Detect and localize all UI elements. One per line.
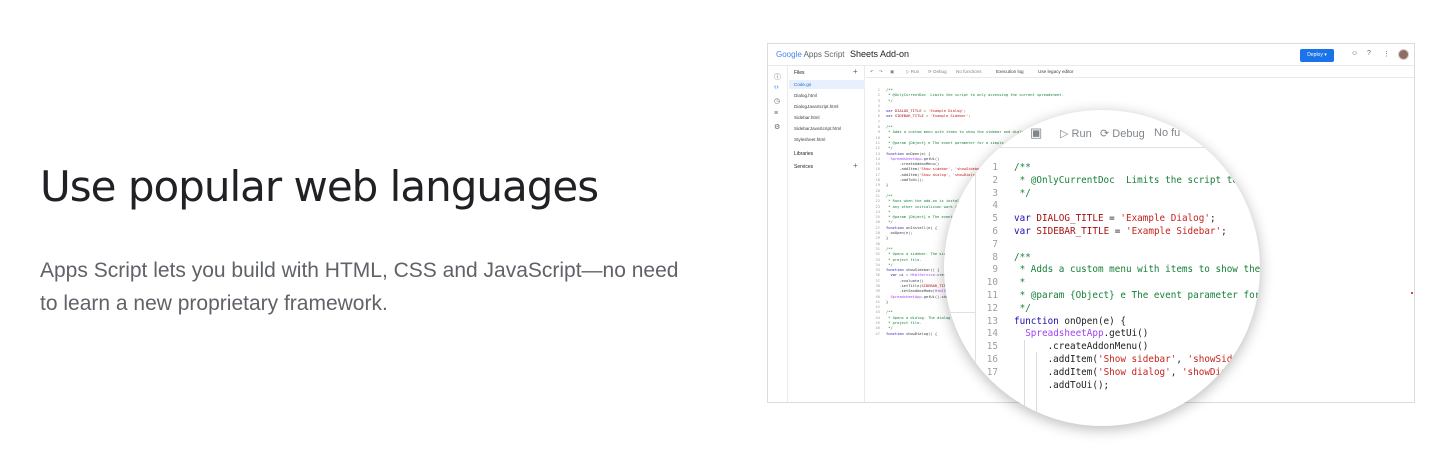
file-item[interactable]: Code.gs — [789, 80, 865, 89]
executions-icon[interactable]: ≡ — [774, 110, 778, 117]
file-item[interactable]: DialogJavaScript.html — [789, 102, 865, 111]
libraries-label[interactable]: Libraries — [794, 151, 813, 157]
files-panel: Files + Code.gs Dialog.html DialogJavaSc… — [789, 66, 865, 402]
description: Apps Script lets you build with HTML, CS… — [40, 259, 679, 315]
editor-topbar: Google Apps Script Sheets Add-on Deploy … — [768, 44, 1414, 66]
divider — [944, 312, 976, 313]
file-item[interactable]: SidebarJavaScript.html — [789, 124, 865, 133]
legacy-editor-button[interactable]: Use legacy editor — [1038, 69, 1074, 74]
nav-rail: ⓘ ‹› ◷ ≡ ⚙ — [768, 66, 788, 402]
editor-toolbar: ↶ ↷ ▣ ▷ Run ⟳ Debug No functions Executi… — [866, 66, 1414, 78]
logo-google: Google — [776, 50, 802, 59]
files-header: Files — [794, 70, 805, 76]
avatar[interactable] — [1398, 49, 1409, 60]
plus-icon: + — [954, 338, 965, 358]
file-item[interactable]: Dialog.html — [789, 91, 865, 100]
magnifier: ▣ ▷ Run ⟳ Debug No fu + 1/** 2 * @OnlyCu… — [944, 110, 1260, 426]
gear-icon[interactable]: ⚙ — [774, 123, 780, 131]
services-label[interactable]: Services — [794, 164, 813, 170]
scroll-marker — [1411, 292, 1413, 294]
info-icon[interactable]: ⓘ — [774, 72, 781, 82]
logo-product: Apps Script — [803, 50, 845, 59]
save-icon: ▣ — [1030, 125, 1043, 140]
debug-button[interactable]: ⟳ Debug — [928, 69, 947, 75]
magnified-side-panel: + — [944, 148, 976, 426]
file-item[interactable]: Sidebar.html — [789, 113, 865, 122]
help-icon[interactable]: ? — [1367, 50, 1371, 57]
project-title[interactable]: Sheets Add-on — [850, 49, 909, 59]
function-select[interactable]: No functions — [956, 69, 982, 74]
run-button[interactable]: ▷ Run — [906, 69, 919, 75]
apps-grid-icon[interactable]: ⋮ — [1383, 50, 1390, 58]
magnified-toolbar: ▣ ▷ Run ⟳ Debug No fu — [944, 110, 1260, 148]
add-person-icon[interactable]: ☺ — [1351, 50, 1358, 57]
execution-log-button[interactable]: Execution log — [996, 69, 1024, 74]
magnified-debug-button: ⟳ Debug — [1100, 128, 1145, 140]
add-file-icon[interactable]: + — [853, 68, 858, 76]
redo-icon[interactable]: ↷ — [879, 69, 883, 75]
save-icon[interactable]: ▣ — [890, 69, 894, 75]
headline: Use popular web languages — [40, 162, 599, 211]
deploy-button[interactable]: Deploy ▾ — [1300, 49, 1334, 62]
file-item[interactable]: Stylesheet.html — [789, 135, 865, 144]
magnified-function-select: No fu — [1154, 127, 1181, 139]
magnified-run-button: ▷ Run — [1060, 128, 1092, 140]
undo-icon[interactable]: ↶ — [870, 69, 874, 75]
apps-script-logo: Google Apps Script — [776, 50, 844, 59]
clock-icon[interactable]: ◷ — [774, 97, 780, 105]
add-service-icon[interactable]: + — [853, 162, 858, 170]
magnified-code: 1/** 2 * @OnlyCurrentDoc Limits the scri… — [986, 162, 1260, 391]
code-icon[interactable]: ‹› — [774, 84, 779, 91]
